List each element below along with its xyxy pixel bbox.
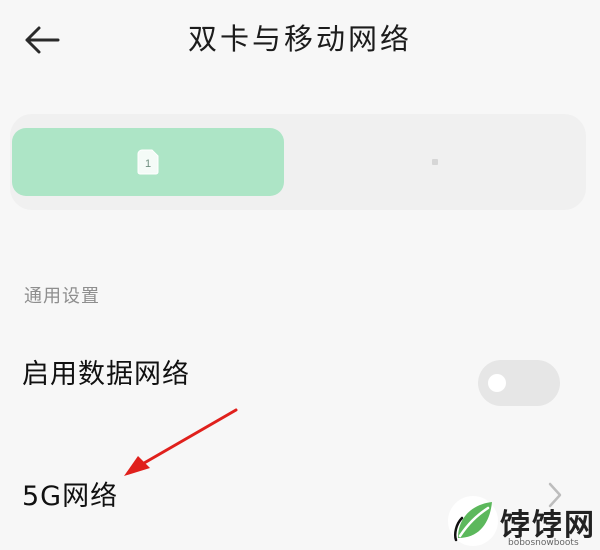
- mobile-data-toggle[interactable]: [478, 360, 560, 406]
- sim-card-icon: 1: [137, 149, 159, 175]
- sim-card-icon: [432, 159, 438, 165]
- settings-screen: 双卡与移动网络 1 通用设置 启用数据网络 5G网络 饽饽网 bobosnowb…: [0, 0, 600, 550]
- mobile-data-row[interactable]: 启用数据网络: [0, 340, 600, 414]
- 5g-network-row[interactable]: 5G网络: [0, 456, 600, 536]
- chevron-right-icon: [548, 482, 562, 508]
- toggle-knob: [488, 374, 506, 392]
- watermark-subtext: bobosnowboots: [508, 538, 579, 548]
- sim-tab-bar: 1: [10, 114, 586, 210]
- sim-number: 1: [145, 158, 151, 170]
- section-title-general: 通用设置: [24, 286, 100, 307]
- tab-sim-2[interactable]: [290, 128, 580, 196]
- tab-sim-1[interactable]: 1: [12, 128, 284, 196]
- page-title: 双卡与移动网络: [187, 22, 412, 56]
- 5g-network-label: 5G网络: [22, 481, 119, 512]
- mobile-data-label: 启用数据网络: [22, 359, 190, 390]
